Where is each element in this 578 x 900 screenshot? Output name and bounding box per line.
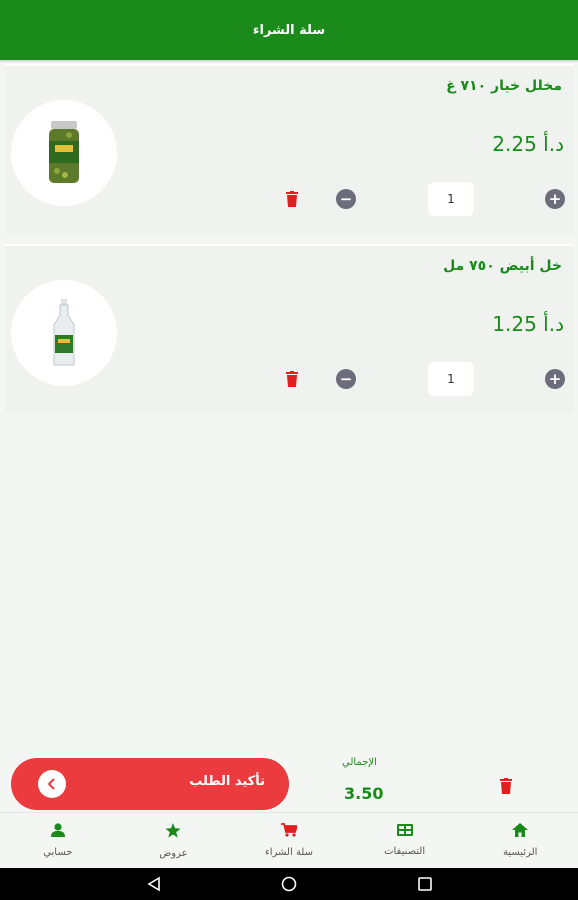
nav-label: عروض — [159, 847, 188, 859]
vinegar-bottle-icon — [53, 299, 75, 366]
confirm-order-label: تأكيد الطلب — [189, 774, 265, 789]
delete-icon[interactable] — [286, 191, 298, 207]
product-name[interactable]: مخلل خيار ٧١٠ غ — [446, 78, 562, 94]
minus-icon: − — [339, 369, 353, 388]
system-navigation-bar — [0, 868, 578, 900]
total-label: الإجمالي — [342, 757, 377, 768]
confirm-order-button[interactable]: تأكيد الطلب — [11, 758, 289, 810]
header-shadow — [0, 60, 578, 63]
quantity-field[interactable]: 1 — [428, 362, 474, 396]
decrease-quantity-button[interactable]: − — [336, 369, 356, 389]
page-title: سلة الشراء — [252, 22, 326, 38]
app-header: سلة الشراء — [0, 0, 578, 60]
product-image[interactable] — [11, 280, 117, 386]
product-price: 2.25 د.أ — [492, 132, 564, 156]
pickle-jar-icon — [49, 121, 79, 183]
clear-cart-icon[interactable] — [500, 778, 512, 794]
recents-icon[interactable] — [417, 876, 433, 892]
cart-item: خل أبيض ٧٥٠ مل 1.25 د.أ + 1 − — [5, 244, 574, 414]
nav-item-categories[interactable]: التصنيفات — [347, 813, 463, 868]
star-icon — [165, 822, 182, 838]
nav-item-home[interactable]: الرئيسية — [462, 813, 578, 868]
categories-icon — [396, 824, 413, 836]
nav-label: حسابي — [43, 847, 73, 858]
product-name[interactable]: خل أبيض ٧٥٠ مل — [443, 258, 562, 274]
nav-item-account[interactable]: حسابي — [0, 813, 116, 868]
increase-quantity-button[interactable]: + — [545, 189, 565, 209]
home-icon — [512, 823, 529, 837]
total-value: 3.50 — [344, 784, 384, 803]
back-icon[interactable] — [146, 876, 162, 892]
nav-item-cart[interactable]: سلة الشراء — [231, 813, 347, 868]
chevron-left-icon — [47, 778, 55, 790]
quantity-value: 1 — [447, 372, 455, 386]
quantity-value: 1 — [447, 192, 455, 206]
plus-icon: + — [548, 189, 562, 208]
nav-label: الرئيسية — [502, 847, 538, 858]
cart-icon — [281, 823, 298, 837]
decrease-quantity-button[interactable]: − — [336, 189, 356, 209]
home-button-icon[interactable] — [281, 876, 297, 892]
cart-item: مخلل خيار ٧١٠ غ 2.25 د.أ + 1 − — [5, 64, 574, 234]
increase-quantity-button[interactable]: + — [545, 369, 565, 389]
product-image[interactable] — [11, 100, 117, 206]
person-icon — [50, 823, 65, 837]
plus-icon: + — [548, 369, 562, 388]
nav-label: التصنيفات — [384, 846, 426, 857]
minus-icon: − — [339, 189, 353, 208]
delete-icon[interactable] — [286, 371, 298, 387]
nav-label: سلة الشراء — [265, 847, 313, 858]
nav-item-offers[interactable]: عروض — [116, 813, 232, 868]
bottom-navigation: الرئيسية التصنيفات سلة الشراء عروض حسابي — [0, 812, 578, 868]
product-price: 1.25 د.أ — [492, 312, 564, 336]
quantity-field[interactable]: 1 — [428, 182, 474, 216]
confirm-arrow-button[interactable] — [38, 770, 66, 798]
